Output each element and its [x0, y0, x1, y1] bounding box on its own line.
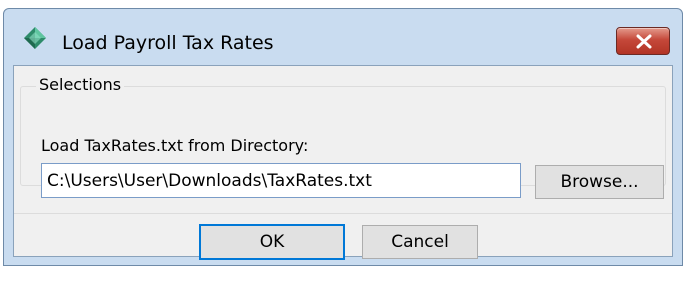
- ok-button[interactable]: OK: [199, 224, 345, 260]
- directory-label: Load TaxRates.txt from Directory:: [41, 136, 309, 155]
- dialog-window: Load Payroll Tax Rates Selections Load T…: [3, 8, 683, 266]
- green-diamond-icon: [23, 26, 47, 50]
- title-bar[interactable]: Load Payroll Tax Rates: [4, 9, 682, 61]
- cancel-button[interactable]: Cancel: [362, 225, 478, 259]
- directory-path-input[interactable]: [41, 163, 521, 198]
- close-button[interactable]: [616, 27, 670, 55]
- button-row-separator: [14, 213, 672, 214]
- browse-button[interactable]: Browse...: [535, 165, 664, 199]
- close-icon: [636, 34, 652, 49]
- dialog-client-area: Selections Load TaxRates.txt from Direct…: [13, 65, 673, 260]
- window-title: Load Payroll Tax Rates: [62, 32, 274, 54]
- selections-group-label: Selections: [36, 75, 125, 94]
